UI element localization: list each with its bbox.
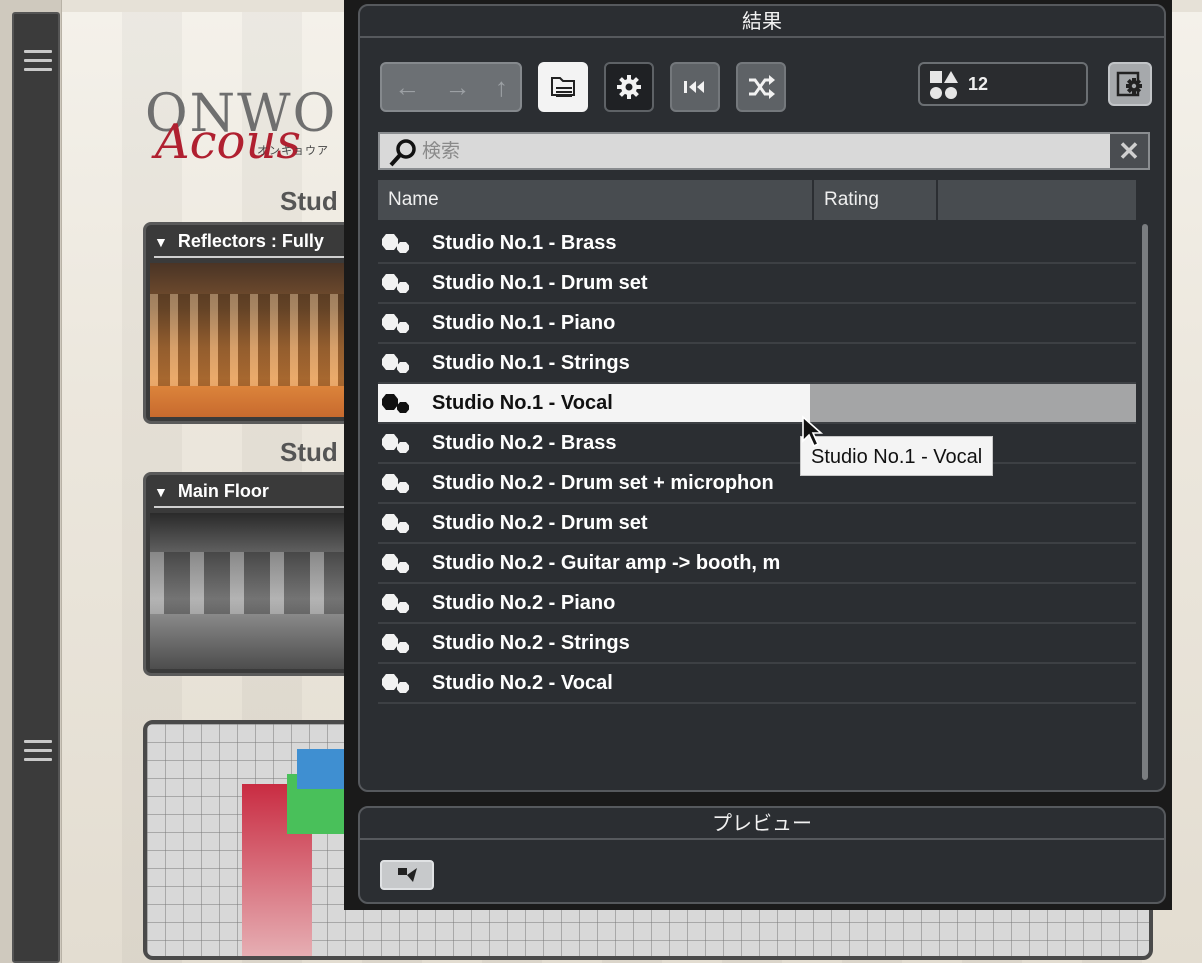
tooltip: Studio No.1 - Vocal (800, 436, 994, 476)
table-row[interactable]: Studio No.2 - Guitar amp -> booth, m (378, 544, 1136, 584)
arrow-left-icon[interactable]: ← (394, 72, 420, 103)
preset-icon (382, 434, 409, 453)
table-row[interactable]: Studio No.1 - Vocal (378, 384, 1136, 424)
row-label: Studio No.1 - Brass (432, 232, 617, 254)
table-row[interactable]: Studio No.1 - Brass (378, 224, 1136, 264)
preset-icon (382, 314, 409, 333)
mouse-cursor-icon (802, 415, 824, 448)
menu-icon[interactable] (24, 50, 52, 72)
row-label: Studio No.2 - Drum set (432, 512, 648, 534)
preset-icon (382, 474, 409, 493)
preview-toggle-button[interactable] (380, 860, 434, 890)
rewind-icon (684, 81, 704, 93)
results-scrollbar[interactable] (1142, 224, 1148, 780)
row-label: Studio No.2 - Piano (432, 592, 616, 614)
table-row[interactable]: Studio No.2 - Drum set + microphon (378, 464, 1136, 504)
preview-toggle-icon (398, 868, 417, 882)
table-row[interactable]: Studio No.2 - Vocal (378, 664, 1136, 704)
preset-icon (382, 394, 409, 413)
table-row[interactable]: Studio No.2 - Brass (378, 424, 1136, 464)
triangle-down-icon[interactable]: ▼ (154, 484, 168, 500)
table-row[interactable]: Studio No.2 - Strings (378, 624, 1136, 664)
column-header-name[interactable]: Name (378, 180, 814, 220)
result-count-value: 12 (968, 74, 989, 94)
arrow-up-icon[interactable]: ↑ (495, 72, 508, 103)
window-gear-icon (1116, 71, 1142, 97)
search-input[interactable] (422, 138, 1102, 164)
close-icon[interactable]: ✕ (1110, 134, 1148, 168)
room-photo (150, 263, 355, 417)
preset-icon (382, 354, 409, 373)
settings-button[interactable] (604, 62, 654, 112)
row-label: Studio No.2 - Strings (432, 632, 630, 654)
results-list: Studio No.1 - Brass Studio No.1 - Drum se… (378, 224, 1136, 704)
folder-list-icon (551, 77, 575, 97)
table-row[interactable]: Studio No.2 - Drum set (378, 504, 1136, 544)
preset-icon (382, 594, 409, 613)
shapes-icon (930, 71, 958, 99)
studio-heading-2: Stud (280, 437, 338, 467)
search-bar: ✕ (378, 132, 1150, 170)
column-header-extra[interactable] (938, 180, 1136, 220)
left-rail (12, 12, 60, 963)
studio-heading-1: Stud (280, 186, 338, 216)
row-label: Studio No.1 - Drum set (432, 272, 648, 294)
row-label: Studio No.1 - Piano (432, 312, 616, 334)
preview-section: プレビュー (358, 806, 1166, 904)
menu-icon-lower[interactable] (24, 740, 52, 762)
results-title: 結果 (360, 6, 1164, 38)
window-config-button[interactable] (1108, 62, 1152, 106)
preset-icon (382, 274, 409, 293)
gear-icon (617, 75, 641, 99)
nav-group: ← → ↑ (380, 62, 522, 112)
table-row[interactable]: Studio No.1 - Piano (378, 304, 1136, 344)
shuffle-icon (749, 75, 775, 99)
row-label: Studio No.1 - Vocal (432, 392, 613, 414)
preset-icon (382, 234, 409, 253)
row-label: Studio No.2 - Guitar amp -> booth, m (432, 552, 781, 574)
column-header-rating[interactable]: Rating (814, 180, 938, 220)
rewind-button[interactable] (670, 62, 720, 112)
row-label: Studio No.2 - Vocal (432, 672, 613, 694)
table-row[interactable]: Studio No.2 - Piano (378, 584, 1136, 624)
row-label: Studio No.2 - Drum set + microphon (432, 472, 774, 494)
preset-icon (382, 514, 409, 533)
table-row[interactable]: Studio No.1 - Drum set (378, 264, 1136, 304)
brand-logo: ONWO Acous オンキョウア (145, 84, 338, 170)
preset-browser: 結果 ← → ↑ 12 検索 ✕ Name Rating Studio No.1… (344, 0, 1172, 910)
triangle-down-icon[interactable]: ▼ (154, 234, 168, 250)
row-label: Studio No.2 - Brass (432, 432, 617, 454)
preview-title: プレビュー (360, 808, 1164, 840)
results-section: 結果 ← → ↑ 12 検索 ✕ Name Rating Studio No.1… (358, 4, 1166, 792)
table-row[interactable]: Studio No.1 - Strings (378, 344, 1136, 384)
room-card-main-floor[interactable]: ▼ Main Floor (143, 472, 358, 676)
room-photo (150, 513, 355, 669)
arrow-right-icon[interactable]: → (444, 72, 470, 103)
preset-icon (382, 554, 409, 573)
filter-button[interactable] (538, 62, 588, 112)
preset-icon (382, 634, 409, 653)
shuffle-button[interactable] (736, 62, 786, 112)
preset-icon (382, 674, 409, 693)
room-card-reflectors[interactable]: ▼ Reflectors : Fully (143, 222, 358, 424)
search-icon (389, 139, 416, 167)
row-label: Studio No.1 - Strings (432, 352, 630, 374)
result-count[interactable]: 12 (918, 62, 1088, 106)
table-header: Name Rating (378, 180, 1136, 220)
